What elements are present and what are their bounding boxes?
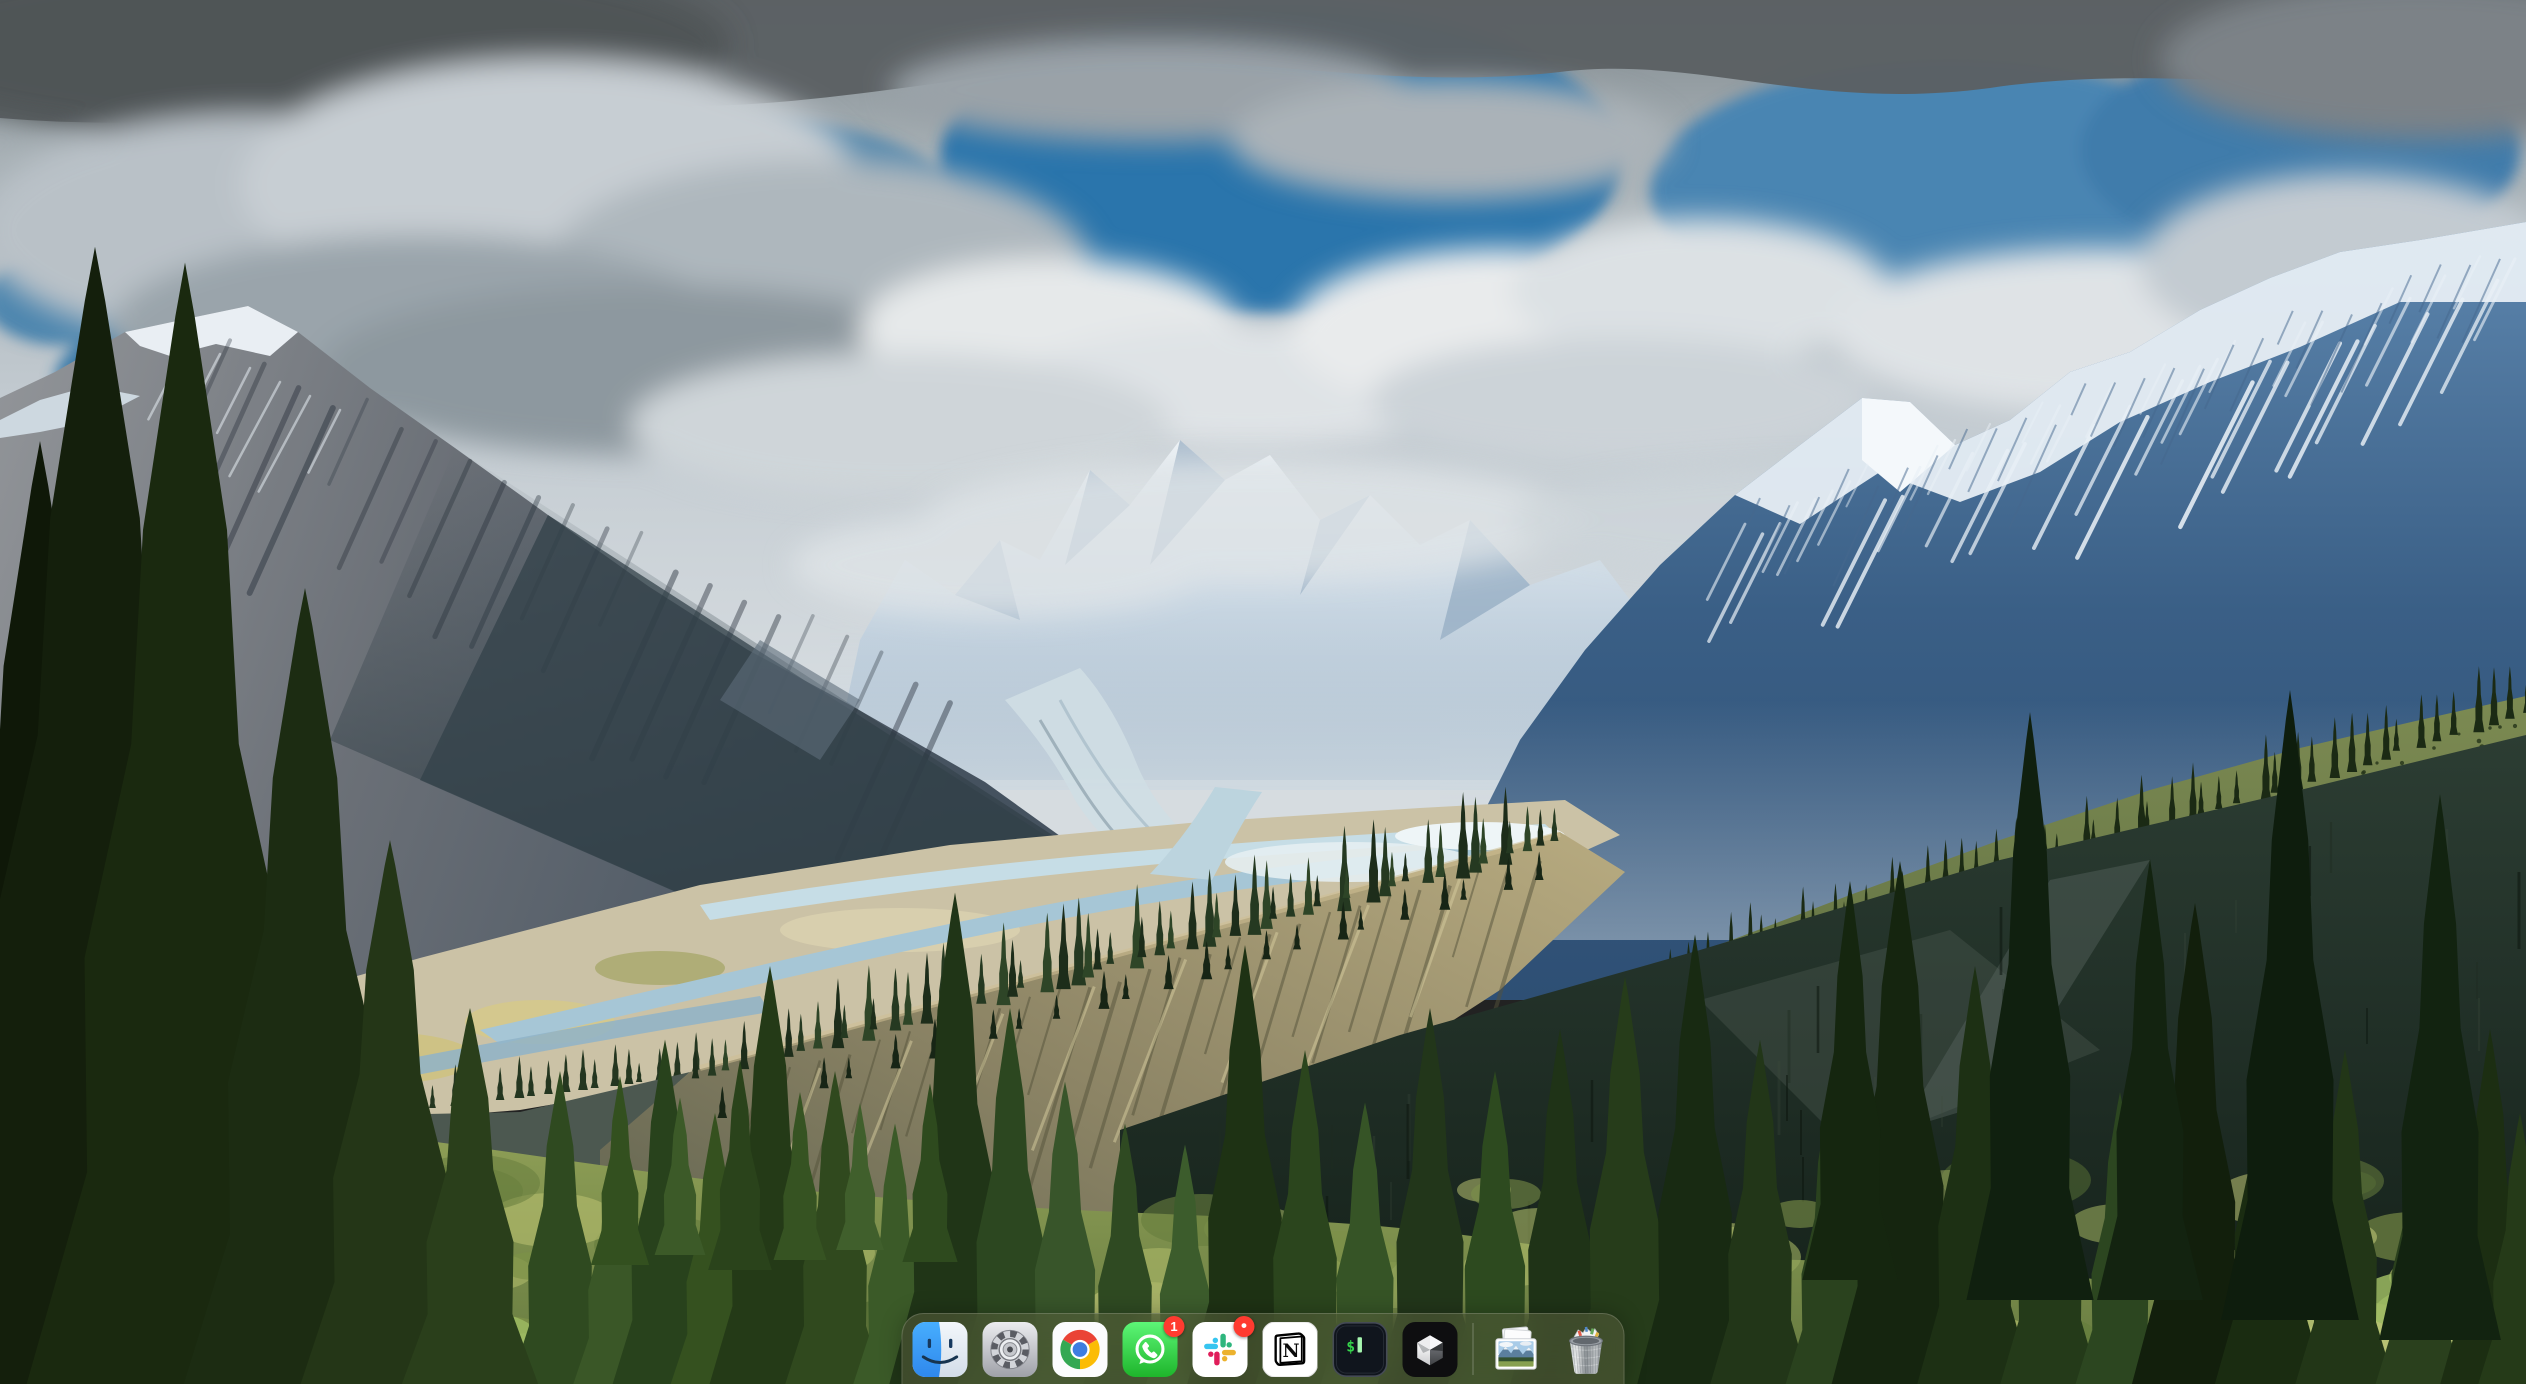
notion-letter: N [1282,1339,1299,1361]
dock-item-iterm[interactable]: $ [1333,1322,1388,1377]
dock-item-finder[interactable] [913,1322,968,1377]
dock-item-cursor[interactable] [1403,1322,1458,1377]
slack-badge: • [1234,1316,1255,1337]
iterm-prompt: $ [1346,1338,1355,1355]
dock-item-chrome[interactable] [1053,1322,1108,1377]
terminal-icon: $ [1333,1322,1388,1377]
finder-icon [913,1322,968,1377]
chrome-icon [1053,1322,1108,1377]
cursor-cube-icon [1403,1322,1458,1377]
photo-thumbnail [1498,1341,1533,1367]
dock-separator [1473,1323,1474,1375]
dock-item-notion[interactable]: N [1263,1322,1318,1377]
dock-item-downloads[interactable] [1489,1322,1544,1377]
whatsapp-badge: 1 [1164,1316,1185,1337]
trash-full-icon [1559,1322,1614,1377]
dock-item-trash[interactable] [1559,1322,1614,1377]
desktop[interactable]: 1 • [0,0,2526,1384]
gear-icon [983,1322,1038,1377]
dock-item-system-settings[interactable] [983,1322,1038,1377]
downloads-stack-icon [1489,1322,1544,1377]
dock-item-whatsapp[interactable]: 1 [1123,1322,1178,1377]
notion-icon: N [1263,1322,1318,1377]
dock: 1 • [902,1313,1625,1384]
dock-item-slack[interactable]: • [1193,1322,1248,1377]
wallpaper-image [0,0,2526,1384]
